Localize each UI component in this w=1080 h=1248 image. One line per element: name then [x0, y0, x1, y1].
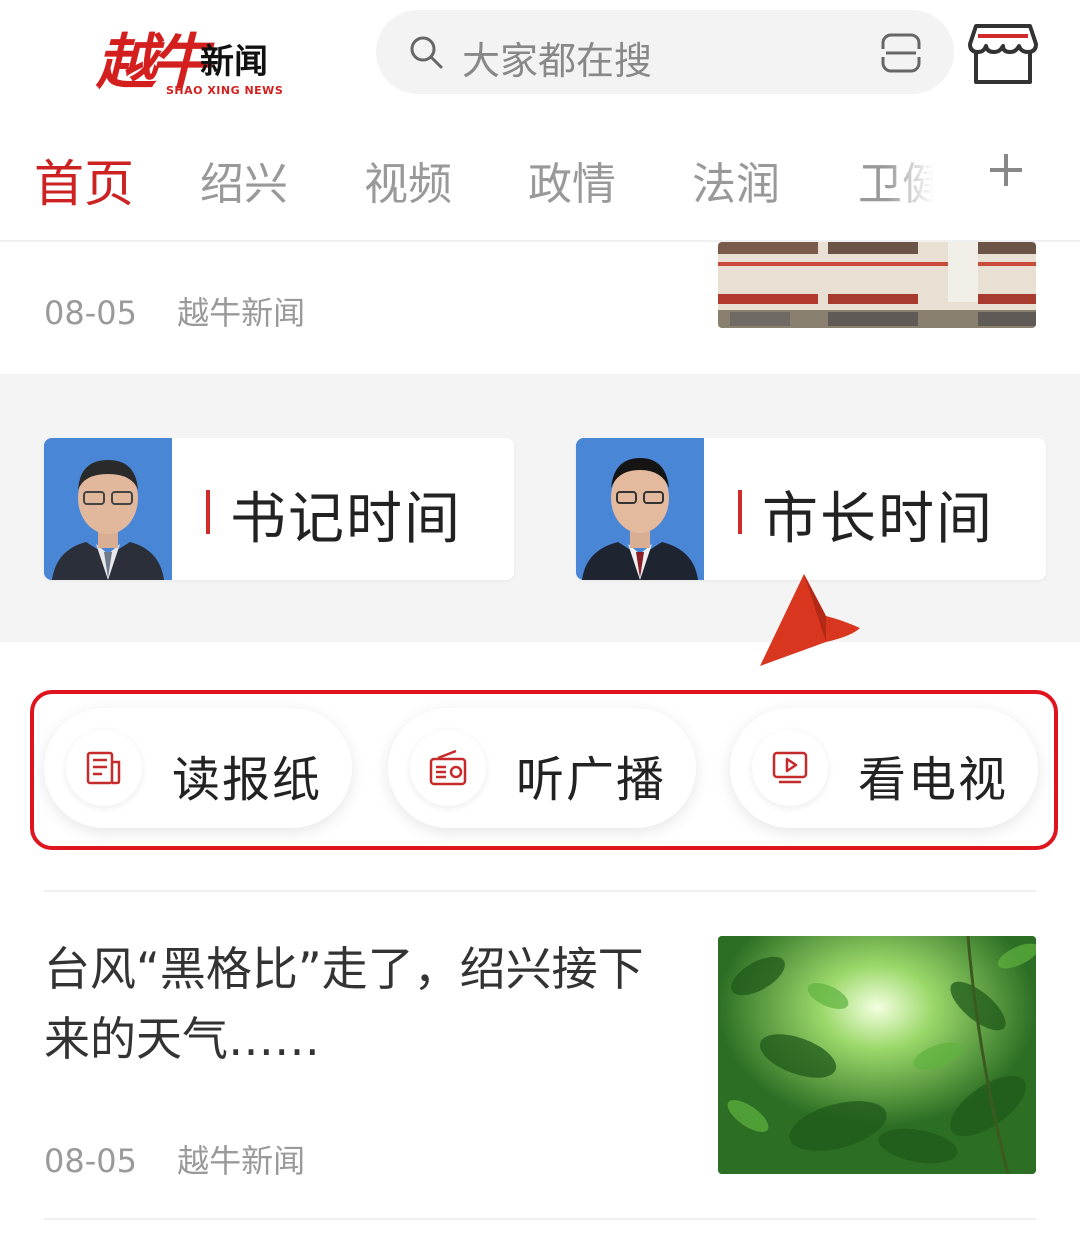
radio-icon-circle [410, 730, 486, 806]
tab-politics[interactable]: 政情 [528, 148, 616, 212]
tab-health[interactable]: 卫健 [858, 148, 938, 212]
tab-video[interactable]: 视频 [364, 148, 452, 212]
pointer-arrow-icon [760, 574, 860, 666]
add-channel-icon[interactable] [986, 150, 1026, 190]
read-newspaper-button[interactable]: 读报纸 [44, 708, 352, 828]
news-meta-top: 08-05 越牛新闻 [44, 288, 305, 334]
store-icon[interactable] [966, 18, 1040, 88]
news-thumbnail-top[interactable] [718, 242, 1036, 328]
leaves-image [718, 936, 1036, 1174]
news-source: 越牛新闻 [177, 294, 306, 332]
mayor-time-card[interactable]: 市长时间 [576, 438, 1046, 580]
mayor-time-label: 市长时间 [762, 487, 994, 552]
app-header: 越牛 新闻 SHAO XING NEWS 大家都在搜 [0, 0, 1080, 120]
watch-tv-button[interactable]: 看电视 [730, 708, 1038, 828]
secretary-time-card[interactable]: 书记时间 [44, 438, 514, 580]
logo-word: 新闻 [200, 42, 268, 82]
tv-icon-circle [752, 730, 828, 806]
secretary-time-label: 书记时间 [230, 487, 462, 552]
scan-icon[interactable] [880, 32, 922, 74]
search-icon [410, 36, 443, 69]
channel-tabs: 首页 绍兴 视频 政情 法润 卫健 [0, 130, 1080, 240]
tab-law[interactable]: 法润 [692, 148, 780, 212]
logo-subtitle: SHAO XING NEWS [166, 84, 284, 97]
search-placeholder: 大家都在搜 [462, 39, 653, 83]
accent-bar [206, 490, 210, 534]
list-divider [44, 890, 1036, 892]
building-image [718, 242, 1036, 328]
tab-home[interactable]: 首页 [34, 144, 134, 216]
radio-icon [429, 749, 467, 786]
app-logo[interactable]: 越牛 新闻 SHAO XING NEWS [96, 14, 286, 98]
tab-shaoxing[interactable]: 绍兴 [200, 148, 288, 212]
secretary-photo [44, 438, 172, 580]
news-date: 08-05 [44, 1142, 137, 1180]
accent-bar [738, 490, 742, 534]
search-bar[interactable]: 大家都在搜 [376, 10, 954, 94]
listen-radio-label: 听广播 [516, 752, 667, 808]
newspaper-icon-circle [66, 730, 142, 806]
tv-icon [772, 751, 808, 784]
mayor-photo [576, 438, 704, 580]
newspaper-icon [86, 751, 121, 785]
read-newspaper-label: 读报纸 [172, 752, 323, 808]
news-title[interactable]: 台风“黑格比”走了，绍兴接下来的天气…… [44, 934, 664, 1074]
news-date: 08-05 [44, 294, 137, 332]
listen-radio-button[interactable]: 听广播 [388, 708, 696, 828]
news-thumbnail-leaves[interactable] [718, 936, 1036, 1174]
list-divider [44, 1218, 1036, 1220]
watch-tv-label: 看电视 [858, 752, 1009, 808]
news-source: 越牛新闻 [177, 1142, 306, 1180]
news-meta-bottom: 08-05 越牛新闻 [44, 1136, 305, 1182]
